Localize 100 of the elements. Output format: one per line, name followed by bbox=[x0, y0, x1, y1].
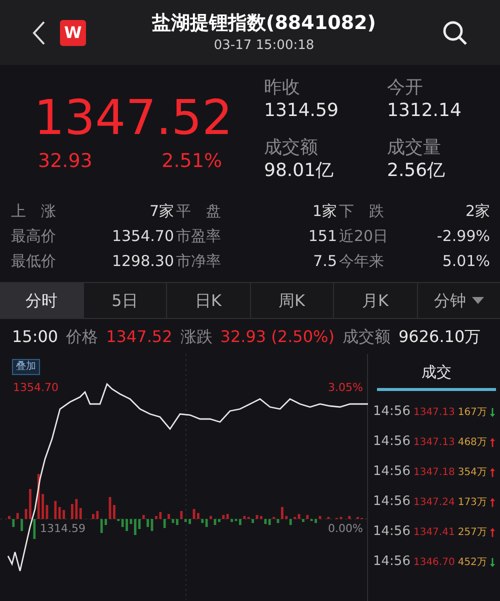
stat-value: 5.01% bbox=[442, 250, 490, 272]
volume-bar bbox=[8, 516, 10, 519]
stat-label: 上 涨 bbox=[11, 200, 56, 222]
axis-label: 1354.70 bbox=[13, 381, 58, 394]
trade-volume: 257万 bbox=[458, 526, 487, 540]
field-label: 成交额 bbox=[264, 136, 319, 158]
price-value: 1347.52 bbox=[106, 326, 172, 348]
volume-bar bbox=[113, 505, 116, 519]
volume-bar bbox=[218, 519, 220, 522]
volume-bar bbox=[62, 510, 65, 519]
volume-bar bbox=[46, 505, 48, 519]
trade-volume: 173万 bbox=[458, 496, 487, 510]
volume-bar bbox=[176, 519, 178, 525]
stat-value: 1298.30 bbox=[112, 250, 174, 272]
volume-bar bbox=[104, 519, 107, 525]
volume-bar bbox=[260, 516, 262, 519]
change-percent: 2.51% bbox=[162, 149, 222, 174]
volume-bar bbox=[348, 516, 351, 519]
volume-bar bbox=[252, 519, 254, 523]
stat-label: 市盈率 bbox=[176, 226, 221, 246]
trade-volume: 452万 bbox=[458, 556, 487, 570]
trade-price: 1347.13 bbox=[413, 436, 455, 450]
volume-bar bbox=[197, 513, 200, 519]
trade-time: 14:56 bbox=[373, 403, 410, 422]
chart-tab[interactable]: 日K bbox=[166, 283, 250, 318]
trade-volume: 468万 bbox=[458, 436, 487, 450]
chart-tab[interactable]: 月K bbox=[333, 283, 416, 318]
field-value: 1314.59 bbox=[264, 99, 340, 123]
amount-label: 成交额 bbox=[342, 326, 390, 348]
volume-bar bbox=[71, 504, 74, 519]
volume-bar bbox=[214, 519, 216, 525]
back-icon[interactable] bbox=[32, 20, 46, 46]
overlay-button[interactable]: 叠加 bbox=[12, 359, 40, 375]
volume-bar bbox=[281, 507, 284, 519]
trade-price: 1346.70 bbox=[413, 556, 455, 570]
trade-price: 1347.24 bbox=[413, 496, 455, 510]
volume-bar bbox=[256, 515, 258, 519]
stat-value: 2家 bbox=[465, 200, 490, 222]
volume-bar bbox=[150, 519, 154, 531]
volume-bar bbox=[276, 519, 280, 523]
field-label: 昨收 bbox=[264, 77, 301, 99]
field-label: 今开 bbox=[387, 77, 424, 99]
stat-label: 近20日 bbox=[339, 226, 388, 246]
volume-bar bbox=[230, 519, 233, 522]
volume-bar bbox=[210, 516, 212, 519]
logo-badge: W bbox=[60, 20, 86, 46]
price-label: 价格 bbox=[66, 326, 98, 348]
price-change: 32.93 bbox=[38, 149, 92, 174]
window-title: 盐湖提锂指数(8841082) bbox=[152, 10, 376, 34]
field-value: 98.01亿 bbox=[264, 158, 335, 182]
search-icon[interactable] bbox=[442, 20, 468, 46]
trade-time: 14:56 bbox=[373, 463, 410, 482]
amount-value: 9626.10万 bbox=[398, 326, 481, 348]
stat-label: 最低价 bbox=[11, 250, 56, 272]
volume-bar bbox=[188, 519, 191, 524]
last-price: 1347.52 bbox=[34, 89, 234, 147]
axis-label: 1314.59 bbox=[40, 522, 86, 535]
timestamp: 03-17 15:00:18 bbox=[214, 36, 314, 54]
field-label: 成交量 bbox=[387, 136, 442, 158]
volume-bar bbox=[130, 519, 132, 524]
volume-bar bbox=[24, 509, 28, 519]
trade-volume: 167万 bbox=[458, 406, 487, 420]
chart-tab[interactable]: 5日 bbox=[82, 283, 166, 318]
volume-bar bbox=[92, 514, 94, 519]
volume-bar bbox=[42, 494, 44, 519]
change-label: 涨跌 bbox=[180, 326, 212, 348]
stat-value: 1家 bbox=[312, 200, 337, 222]
trade-time: 14:56 bbox=[373, 493, 410, 512]
trade-volume: 354万 bbox=[458, 466, 487, 480]
volume-bar bbox=[318, 516, 322, 519]
chart-tab[interactable]: 分钟 bbox=[416, 283, 500, 318]
volume-bar bbox=[146, 519, 149, 527]
stat-label: 下 跌 bbox=[339, 200, 384, 222]
chart-tab[interactable]: 周K bbox=[250, 283, 333, 318]
trade-time: 14:56 bbox=[373, 433, 410, 452]
chart-tab[interactable]: 分时 bbox=[0, 283, 82, 318]
trades-title: 成交 bbox=[422, 362, 452, 382]
stat-value: 1354.70 bbox=[112, 226, 174, 246]
trade-time: 14:56 bbox=[373, 553, 410, 572]
time-value: 15:00 bbox=[12, 326, 58, 348]
stat-label: 市净率 bbox=[176, 250, 221, 272]
trade-price: 1347.18 bbox=[413, 466, 455, 480]
stat-value: 151 bbox=[308, 226, 337, 246]
stat-value: -2.99% bbox=[436, 226, 490, 246]
stat-label: 平 盘 bbox=[176, 200, 221, 222]
volume-bar bbox=[192, 509, 196, 519]
axis-label: 3.05% bbox=[328, 381, 363, 394]
field-value: 2.56亿 bbox=[387, 158, 446, 182]
stat-label: 今年来 bbox=[339, 250, 384, 272]
axis-label: 0.00% bbox=[328, 522, 363, 535]
volume-bar bbox=[108, 497, 112, 519]
volume-bar bbox=[126, 519, 128, 531]
stat-value: 7家 bbox=[149, 200, 174, 222]
volume-bar bbox=[29, 489, 32, 519]
volume-bar bbox=[298, 514, 300, 519]
field-value: 1312.14 bbox=[387, 99, 462, 123]
trade-price: 1347.41 bbox=[413, 526, 455, 540]
volume-bar bbox=[314, 519, 317, 523]
volume-bar bbox=[172, 519, 174, 523]
trade-price: 1347.13 bbox=[413, 406, 455, 420]
